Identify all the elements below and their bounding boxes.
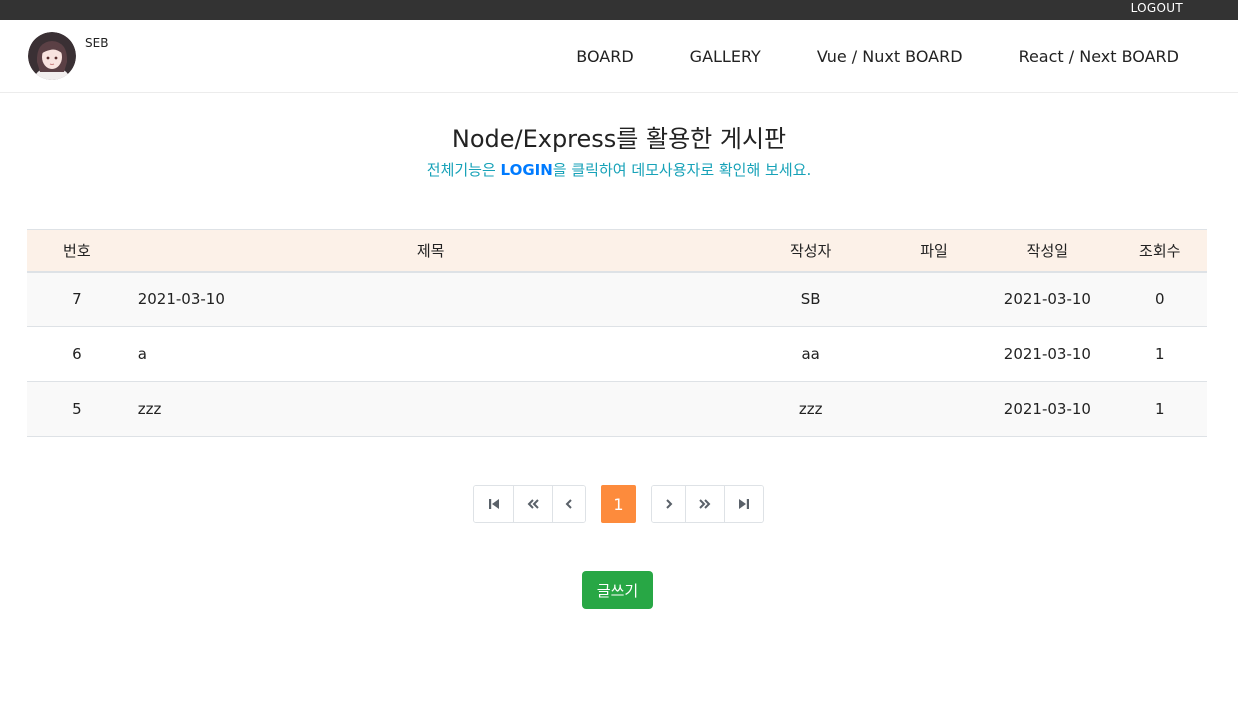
cell-num: 5 [72,400,82,418]
cell-views: 0 [1154,290,1165,309]
next-page-button[interactable] [652,486,685,522]
last-page-button[interactable] [724,486,763,522]
brand[interactable]: SEB [28,32,108,80]
table-header-row: 번호 제목 작성자 파일 작성일 조회수 [27,229,1207,273]
header-date: 작성일 [982,229,1113,273]
header-title: 제목 [126,229,736,273]
page-title: Node/Express를 활용한 게시판 [451,125,787,153]
header-num: 번호 [27,229,127,273]
cell-date: 2021-03-10 [1003,400,1091,418]
page-button-current[interactable]: 1 [601,485,636,523]
last-page-icon [739,499,749,509]
cell-file [886,272,983,327]
cell-file [886,382,983,437]
cell-date: 2021-03-10 [1003,290,1091,309]
header-file: 파일 [885,229,983,273]
cell-title[interactable]: a [127,327,736,382]
table-row[interactable]: 5 zzz zzz 2021-03-10 1 [27,381,1207,437]
login-link[interactable]: LOGIN [501,161,553,179]
board-table-wrapper: 번호 제목 작성자 파일 작성일 조회수 7 2021-03-10 SB 202… [27,229,1207,437]
nav-board[interactable]: BOARD [576,47,633,66]
top-bar: LOGOUT [0,0,1238,20]
first-page-icon [488,499,499,509]
cell-writer: aa [801,345,820,363]
avatar [28,32,76,80]
board-table: 번호 제목 작성자 파일 작성일 조회수 7 2021-03-10 SB 202… [27,229,1207,437]
next-block-button[interactable] [685,486,724,522]
write-button[interactable]: 글쓰기 [582,571,653,609]
next-page-icon [665,499,672,509]
prev-page-button[interactable] [552,486,585,522]
header-views: 조회수 [1112,229,1207,273]
cell-file [886,327,983,382]
pagination: 1 [473,485,764,523]
prev-block-icon [527,499,539,509]
cell-writer: SB [800,290,821,309]
pagination-prev-group [473,485,586,523]
site-header: SEB BOARD GALLERY Vue / Nuxt BOARD React… [0,20,1238,93]
cell-num: 7 [72,290,82,309]
cell-title[interactable]: 2021-03-10 [127,272,736,327]
cell-date: 2021-03-10 [1003,345,1091,363]
table-row[interactable]: 6 a aa 2021-03-10 1 [27,326,1207,382]
subtitle-text-before: 전체기능은 [426,161,501,179]
subtitle-text-after: 을 클릭하여 데모사용자로 확인해 보세요. [552,161,812,179]
next-block-icon [699,499,711,509]
prev-block-button[interactable] [513,486,552,522]
nav-gallery[interactable]: GALLERY [690,47,761,66]
logout-link[interactable]: LOGOUT [1131,1,1183,15]
nav-vue-nuxt-board[interactable]: Vue / Nuxt BOARD [817,47,963,66]
cell-title[interactable]: zzz [127,382,736,437]
first-page-button[interactable] [474,486,513,522]
nav-react-next-board[interactable]: React / Next BOARD [1019,47,1179,66]
cell-views: 1 [1154,400,1165,418]
prev-page-icon [565,499,572,509]
header-writer: 작성자 [735,229,886,273]
table-row[interactable]: 7 2021-03-10 SB 2021-03-10 0 [27,271,1207,327]
avatar-illustration-icon [28,32,76,80]
main-nav: BOARD GALLERY Vue / Nuxt BOARD React / N… [576,47,1179,66]
pagination-next-group [651,485,764,523]
cell-views: 1 [1154,345,1165,363]
brand-name: SEB [85,36,109,50]
cell-writer: zzz [798,400,823,418]
cell-num: 6 [72,345,82,363]
subtitle: 전체기능은 LOGIN을 클릭하여 데모사용자로 확인해 보세요. [0,159,1238,181]
